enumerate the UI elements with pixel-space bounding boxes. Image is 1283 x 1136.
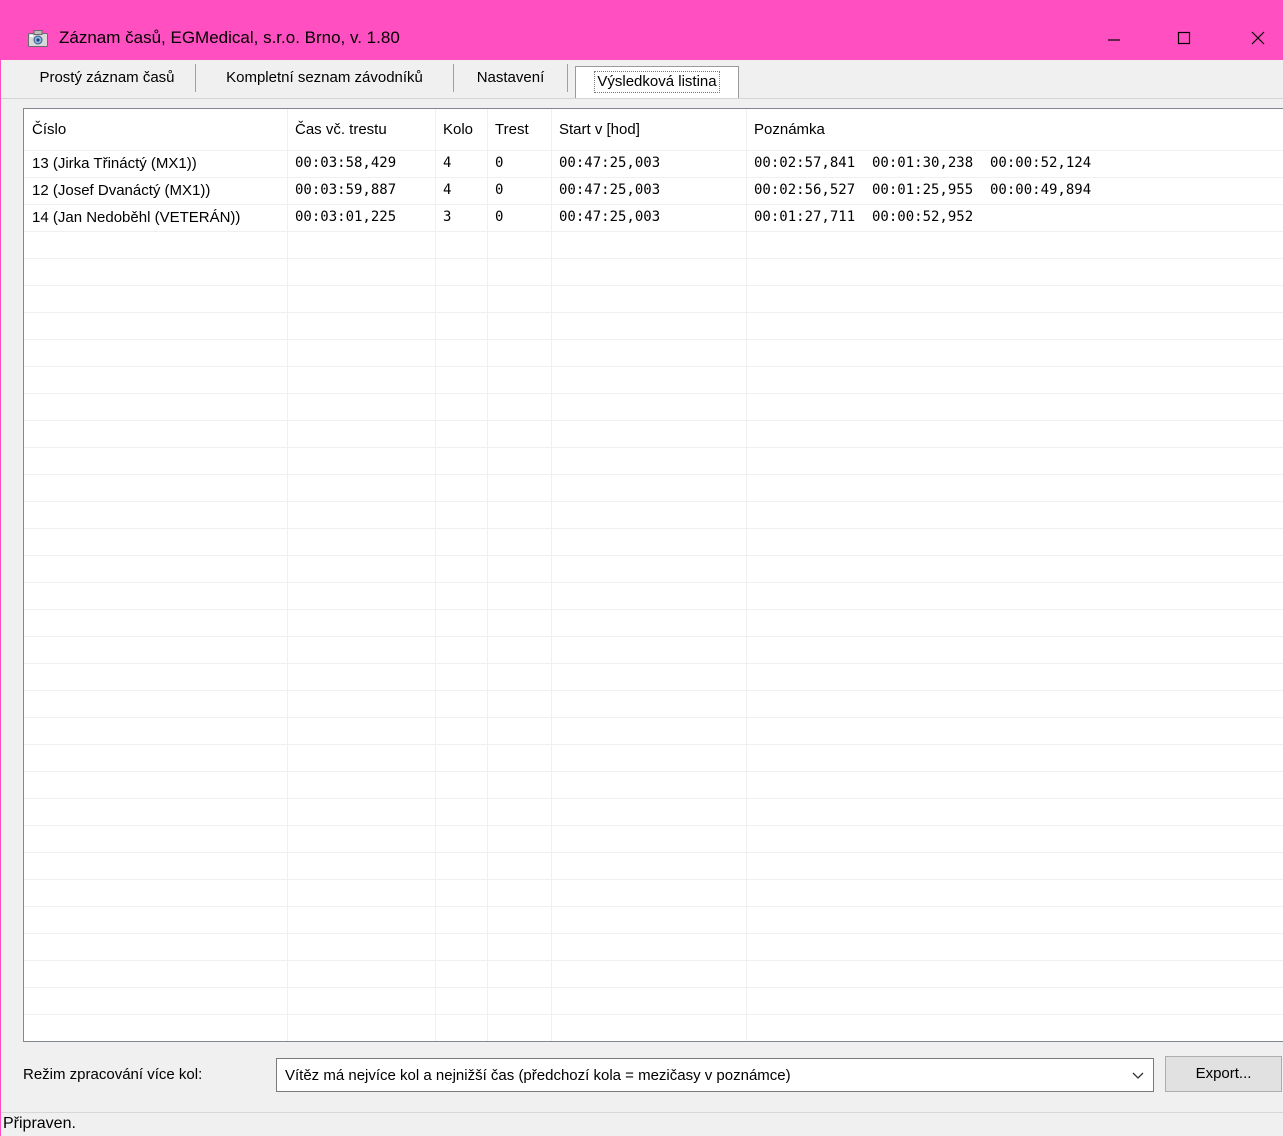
title-bar[interactable]: Záznam časů, EGMedical, s.r.o. Brno, v. … xyxy=(1,0,1283,60)
cell-cas: 00:03:58,429 xyxy=(295,155,397,171)
cell-trest: 0 xyxy=(495,209,504,225)
column-header-poznamka[interactable]: Poznámka xyxy=(746,109,1283,148)
mode-select[interactable]: Vítěz má nejvíce kol a nejnižší čas (pře… xyxy=(276,1058,1154,1092)
export-button[interactable]: Export... xyxy=(1165,1056,1282,1092)
grid-line xyxy=(24,1014,1283,1015)
maximize-icon xyxy=(1177,31,1191,45)
grid-line xyxy=(24,582,1283,583)
grid-line xyxy=(24,285,1283,286)
grid-line xyxy=(24,636,1283,637)
grid-line xyxy=(746,109,747,1041)
cell-trest: 0 xyxy=(495,182,504,198)
grid-line xyxy=(487,109,488,1041)
minimize-icon xyxy=(1108,39,1120,41)
grid-line xyxy=(24,825,1283,826)
tab-strip: Prostý záznam časů Kompletní seznam závo… xyxy=(1,60,1283,100)
grid-line xyxy=(24,339,1283,340)
close-button[interactable] xyxy=(1235,22,1281,54)
tab-label: Kompletní seznam závodníků xyxy=(226,69,423,86)
grid-line xyxy=(24,420,1283,421)
grid-line xyxy=(24,609,1283,610)
tab-kompletni-seznam[interactable]: Kompletní seznam závodníků xyxy=(196,64,454,92)
grid-line xyxy=(24,528,1283,529)
grid-line xyxy=(24,798,1283,799)
tab-label: Nastavení xyxy=(476,69,545,86)
tab-vysledkova-listina[interactable]: Výsledková listina xyxy=(575,66,739,98)
grid-line xyxy=(24,393,1283,394)
column-header-cas[interactable]: Čas vč. trestu xyxy=(287,109,435,148)
grid-line xyxy=(287,109,288,1041)
cell-cislo: 13 (Jirka Třináctý (MX1)) xyxy=(32,155,197,172)
grid-line xyxy=(24,1041,1283,1042)
column-header-kolo[interactable]: Kolo xyxy=(435,109,487,148)
column-header-cislo[interactable]: Číslo xyxy=(24,109,287,148)
status-bar: Připraven. xyxy=(1,1112,1283,1136)
grid-line xyxy=(24,474,1283,475)
grid-line xyxy=(24,231,1283,232)
cell-cas: 00:03:01,225 xyxy=(295,209,397,225)
table-row[interactable]: 14 (Jan Nedoběhl (VETERÁN)) 00:03:01,225… xyxy=(24,204,1283,231)
cell-trest: 0 xyxy=(495,155,504,171)
tab-nastaveni[interactable]: Nastavení xyxy=(454,64,568,92)
grid-line xyxy=(24,987,1283,988)
grid-line xyxy=(24,771,1283,772)
grid-line xyxy=(24,744,1283,745)
column-header-trest[interactable]: Trest xyxy=(487,109,551,148)
column-header: Číslo Čas vč. trestu Kolo Trest Start v … xyxy=(24,109,1283,148)
cell-kolo: 4 xyxy=(443,182,452,198)
camera-icon xyxy=(28,30,48,47)
grid-line xyxy=(24,906,1283,907)
grid-line xyxy=(24,501,1283,502)
minimize-button[interactable] xyxy=(1091,22,1137,54)
cell-poznamka: 00:02:57,841 00:01:30,238 00:00:52,124 xyxy=(754,155,1092,171)
cell-cislo: 14 (Jan Nedoběhl (VETERÁN)) xyxy=(32,209,241,226)
cell-start: 00:47:25,003 xyxy=(559,182,661,198)
table-row[interactable]: 13 (Jirka Třináctý (MX1)) 00:03:58,429 4… xyxy=(24,150,1283,177)
mode-select-value: Vítěz má nejvíce kol a nejnižší čas (pře… xyxy=(285,1067,791,1084)
results-list[interactable]: Číslo Čas vč. trestu Kolo Trest Start v … xyxy=(23,108,1283,1042)
table-row[interactable]: 12 (Josef Dvanáctý (MX1)) 00:03:59,887 4… xyxy=(24,177,1283,204)
cell-poznamka: 00:02:56,527 00:01:25,955 00:00:49,894 xyxy=(754,182,1092,198)
column-header-start[interactable]: Start v [hod] xyxy=(551,109,746,148)
chevron-down-icon xyxy=(1132,1072,1144,1079)
cell-kolo: 3 xyxy=(443,209,452,225)
grid-line xyxy=(551,109,552,1041)
grid-line xyxy=(24,366,1283,367)
grid-line xyxy=(24,258,1283,259)
grid-line xyxy=(435,109,436,1041)
mode-label: Režim zpracování více kol: xyxy=(23,1066,203,1083)
grid-line xyxy=(24,555,1283,556)
cell-start: 00:47:25,003 xyxy=(559,209,661,225)
status-text: Připraven. xyxy=(3,1115,76,1132)
grid-line xyxy=(24,717,1283,718)
cell-cas: 00:03:59,887 xyxy=(295,182,397,198)
close-icon xyxy=(1251,31,1265,45)
grid-line xyxy=(24,663,1283,664)
grid-line xyxy=(24,447,1283,448)
tab-label: Prostý záznam časů xyxy=(39,69,175,86)
grid-line xyxy=(24,879,1283,880)
cell-cislo: 12 (Josef Dvanáctý (MX1)) xyxy=(32,182,211,199)
grid-line xyxy=(24,852,1283,853)
grid-line xyxy=(24,960,1283,961)
grid-line xyxy=(24,312,1283,313)
cell-start: 00:47:25,003 xyxy=(559,155,661,171)
cell-poznamka: 00:01:27,711 00:00:52,952 xyxy=(754,209,974,225)
window-title: Záznam časů, EGMedical, s.r.o. Brno, v. … xyxy=(59,28,400,47)
grid-line xyxy=(24,690,1283,691)
tab-prosty-zaznam[interactable]: Prostý záznam časů xyxy=(19,64,196,92)
app-window: Záznam časů, EGMedical, s.r.o. Brno, v. … xyxy=(0,0,1283,1136)
grid-line xyxy=(24,933,1283,934)
cell-kolo: 4 xyxy=(443,155,452,171)
tab-label: Výsledková listina xyxy=(594,71,720,93)
maximize-button[interactable] xyxy=(1161,22,1207,54)
